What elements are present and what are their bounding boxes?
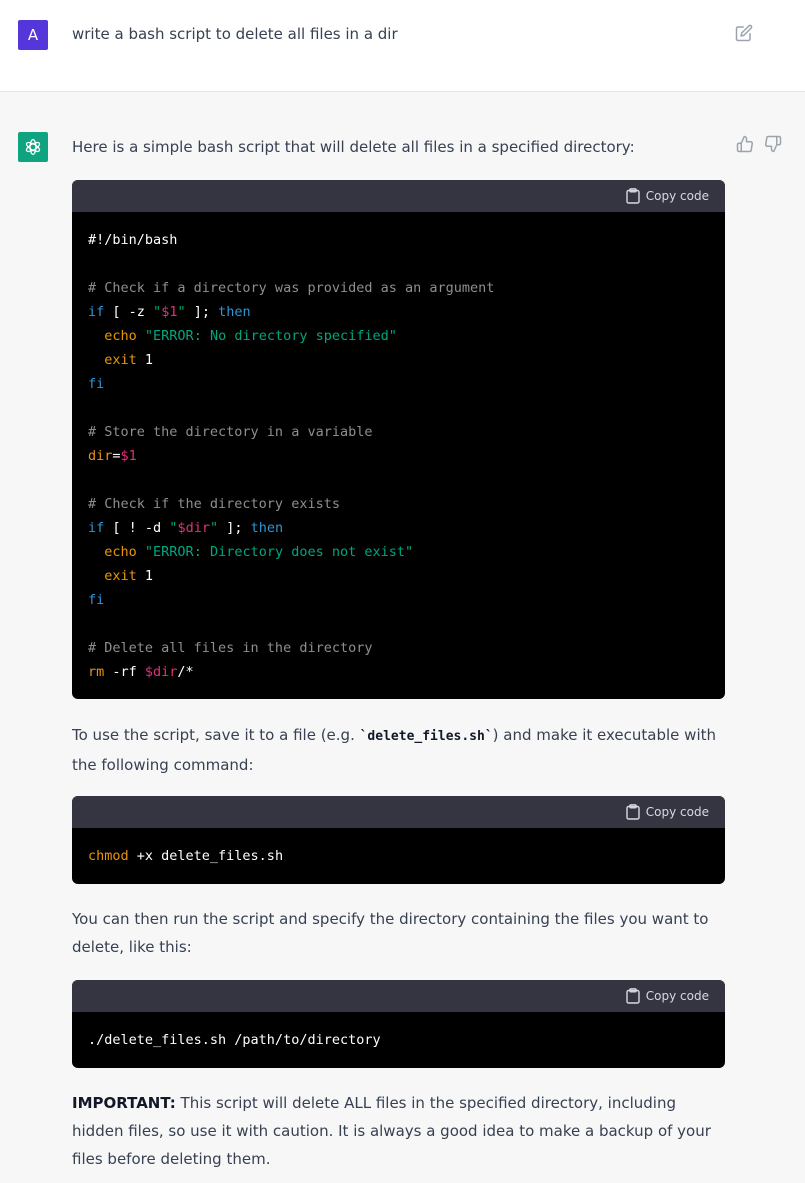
code-token: -rf bbox=[104, 664, 145, 680]
code-token: = bbox=[112, 448, 121, 464]
code-line: # Store the directory in a variable bbox=[88, 420, 709, 444]
code-line: #!/bin/bash bbox=[88, 228, 709, 252]
code-token: # Check if a directory was provided as a… bbox=[88, 280, 495, 296]
code-token: " bbox=[153, 304, 162, 320]
thumbs-down-icon[interactable] bbox=[764, 135, 782, 153]
warning-text: IMPORTANT: This script will delete ALL f… bbox=[72, 1089, 732, 1173]
run-instruction-text: You can then run the script and specify … bbox=[72, 910, 709, 956]
code-token: # Store the directory in a variable bbox=[88, 424, 373, 440]
code-token: $1 bbox=[120, 448, 137, 464]
user-message-row: A write a bash script to delete all file… bbox=[0, 0, 805, 92]
thumbs-up-icon[interactable] bbox=[736, 135, 754, 153]
code-line: exit 1 bbox=[88, 564, 709, 588]
code-block-chmod: Copy code chmod +x delete_files.sh bbox=[72, 796, 725, 884]
code-token: # Check if the directory exists bbox=[88, 496, 340, 512]
code-token: " bbox=[177, 304, 186, 320]
user-avatar: A bbox=[18, 20, 48, 50]
code-line: ./delete_files.sh /path/to/directory bbox=[88, 1028, 709, 1052]
edit-icon[interactable] bbox=[735, 24, 753, 42]
clipboard-icon bbox=[626, 988, 640, 1004]
code-line: dir=$1 bbox=[88, 444, 709, 468]
copy-code-label: Copy code bbox=[645, 805, 709, 819]
code-token: ]; bbox=[185, 304, 219, 320]
code-token: ]; bbox=[218, 520, 251, 536]
openai-logo-icon bbox=[25, 139, 41, 155]
clipboard-icon bbox=[626, 804, 640, 820]
code-token: #!/bin/bash bbox=[88, 232, 178, 248]
code-token: +x delete_files.sh bbox=[128, 848, 284, 864]
code-token: 1 bbox=[136, 568, 154, 584]
code-line: exit 1 bbox=[88, 348, 709, 372]
code-line: # Delete all files in the directory bbox=[88, 636, 709, 660]
code-token: then bbox=[218, 304, 251, 320]
code-token: $1 bbox=[161, 304, 178, 320]
code-block-run: Copy code ./delete_files.sh /path/to/dir… bbox=[72, 980, 725, 1068]
code-token: [ ! -d bbox=[104, 520, 170, 536]
code-token: # Delete all files in the directory bbox=[88, 640, 373, 656]
code-token: exit bbox=[104, 568, 137, 584]
assistant-intro-text: Here is a simple bash script that will d… bbox=[72, 138, 635, 156]
code-token: [ -z bbox=[104, 304, 154, 320]
code-token: dir bbox=[88, 448, 113, 464]
code-token: rm bbox=[88, 664, 105, 680]
code-token: if bbox=[88, 304, 105, 320]
code-block-script: Copy code #!/bin/bash # Check if a direct… bbox=[72, 180, 725, 699]
code-line: # Check if the directory exists bbox=[88, 492, 709, 516]
code-line: echo "ERROR: No directory specified" bbox=[88, 324, 709, 348]
code-token: echo bbox=[104, 544, 137, 560]
user-prompt-text: write a bash script to delete all files … bbox=[72, 25, 398, 43]
code-content: #!/bin/bash # Check if a directory was pr… bbox=[72, 212, 725, 699]
code-content: ./delete_files.sh /path/to/directory bbox=[72, 1012, 725, 1068]
code-block-header: Copy code bbox=[72, 180, 725, 212]
code-line: chmod +x delete_files.sh bbox=[88, 844, 709, 868]
code-line: # Check if a directory was provided as a… bbox=[88, 276, 709, 300]
code-token: "ERROR: Directory does not exist" bbox=[144, 544, 414, 560]
code-line: if [ ! -d "$dir" ]; then bbox=[88, 516, 709, 540]
code-token: " bbox=[209, 520, 219, 536]
code-token: then bbox=[250, 520, 284, 536]
code-token: if bbox=[88, 520, 105, 536]
usage-text-start: To use the script, save it to a file (e.… bbox=[72, 726, 360, 744]
code-line: echo "ERROR: Directory does not exist" bbox=[88, 540, 709, 564]
assistant-avatar bbox=[18, 132, 48, 162]
code-content: chmod +x delete_files.sh bbox=[72, 828, 725, 884]
copy-code-label: Copy code bbox=[645, 989, 709, 1003]
copy-code-button[interactable]: Copy code bbox=[626, 796, 709, 828]
code-token: "ERROR: No directory specified" bbox=[144, 328, 397, 344]
code-token: exit bbox=[104, 352, 137, 368]
code-line: rm -rf $dir/* bbox=[88, 660, 709, 684]
code-line: fi bbox=[88, 372, 709, 396]
copy-code-button[interactable]: Copy code bbox=[626, 180, 709, 212]
code-token: echo bbox=[104, 328, 137, 344]
code-block-header: Copy code bbox=[72, 980, 725, 1012]
usage-instruction-text: To use the script, save it to a file (e.… bbox=[72, 721, 732, 779]
code-block-header: Copy code bbox=[72, 796, 725, 828]
code-token: fi bbox=[88, 592, 105, 608]
code-line: if [ -z "$1" ]; then bbox=[88, 300, 709, 324]
clipboard-icon bbox=[626, 188, 640, 204]
code-token: /* bbox=[177, 664, 194, 680]
copy-code-label: Copy code bbox=[645, 189, 709, 203]
code-token: 1 bbox=[136, 352, 154, 368]
inline-code-filename: `delete_files.sh` bbox=[359, 729, 493, 744]
code-token: chmod bbox=[88, 848, 129, 864]
code-token: $dir bbox=[177, 520, 210, 536]
warning-label: IMPORTANT: bbox=[72, 1094, 176, 1112]
code-token: $dir bbox=[144, 664, 178, 680]
code-token: fi bbox=[88, 376, 105, 392]
code-line: fi bbox=[88, 588, 709, 612]
copy-code-button[interactable]: Copy code bbox=[626, 980, 709, 1012]
code-token: ./delete_files.sh /path/to/directory bbox=[88, 1032, 381, 1048]
